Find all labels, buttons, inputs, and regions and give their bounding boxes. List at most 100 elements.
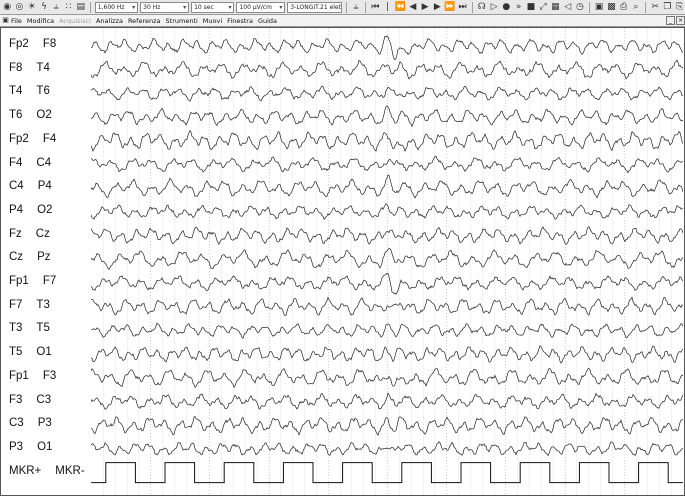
electrode-b: C4 [36, 156, 52, 169]
prev-page-icon[interactable]: ❘ [382, 2, 392, 13]
eeg-trace[interactable] [91, 174, 683, 199]
electrode-b: O1 [36, 346, 52, 359]
step-forward-icon[interactable]: ▶ [432, 2, 442, 13]
channel-label[interactable]: P3 O1 [9, 441, 52, 453]
eeg-trace[interactable] [91, 129, 683, 153]
eeg-trace[interactable] [91, 322, 683, 339]
channel-label[interactable]: T5 O1 [9, 346, 52, 358]
menu-item-finestra[interactable]: Finestra [227, 17, 253, 25]
channel-label[interactable]: C4 P4 [9, 180, 52, 192]
clock-icon[interactable]: ◷ [575, 2, 585, 13]
cut-icon[interactable]: ✂ [650, 2, 660, 13]
channel-label[interactable]: F4 C4 [9, 157, 51, 169]
eeg-trace[interactable] [91, 105, 683, 128]
montage-icon[interactable]: ⫨ [51, 2, 61, 13]
menu-item-file[interactable]: File [11, 17, 22, 25]
electrode-a: P4 [9, 203, 24, 216]
save-icon[interactable]: ▩ [606, 2, 616, 13]
eeg-trace[interactable] [91, 226, 683, 246]
fast-forward-icon[interactable]: ⏩ [444, 2, 455, 13]
electrode-b: T6 [36, 85, 50, 98]
record-dot-icon[interactable]: ● [501, 2, 511, 13]
play-icon[interactable]: ▶ [420, 2, 430, 13]
last-icon[interactable]: ⏭ [457, 2, 467, 13]
timebase-select[interactable]: 10 sec ▾ [191, 1, 235, 13]
menu-item-muovi[interactable]: Muovi [203, 17, 222, 25]
channel-label[interactable]: F8 T4 [9, 62, 50, 74]
photic-icon[interactable]: ☀ [27, 2, 37, 13]
eeg-trace-canvas[interactable] [91, 28, 683, 495]
rewind-icon[interactable]: ⏪ [395, 2, 406, 13]
electrode-a: F7 [9, 298, 23, 311]
play-small-icon[interactable]: ▷ [489, 2, 499, 13]
grid-icon[interactable]: ▦ [550, 2, 560, 13]
marker-trace[interactable] [91, 462, 683, 484]
lightning-icon[interactable]: ϟ [39, 2, 49, 13]
eeg-trace[interactable] [91, 35, 683, 61]
channel-label[interactable]: C3 P3 [9, 417, 52, 429]
first-icon[interactable]: ⏮ [370, 2, 380, 13]
menu-item-referenza[interactable]: Referenza [128, 17, 161, 25]
headphones-icon[interactable]: ☊ [477, 2, 487, 13]
lowpass-select[interactable]: 1,600 Hz ▾ [94, 1, 139, 13]
sensitivity-select[interactable]: 100 µV/cm ▾ [236, 1, 286, 13]
menu-item-analizza[interactable]: Analizza [96, 17, 123, 25]
channel-label[interactable]: Fp1 F3 [9, 370, 56, 382]
sensitivity-select-value: 100 µV/cm [239, 3, 272, 11]
print-small-icon[interactable]: ▤ [76, 2, 86, 13]
menu-item-modifica[interactable]: Modifica [27, 17, 54, 25]
montage-icon[interactable]: ⫨ [351, 2, 361, 13]
copy-icon[interactable]: ❐ [662, 2, 672, 13]
eeg-trace[interactable] [91, 296, 683, 317]
electrode-b: Pz [37, 251, 51, 264]
minimize-button[interactable]: _ [666, 16, 675, 25]
eeg-trace[interactable] [91, 272, 683, 295]
eeg-trace[interactable] [91, 203, 683, 220]
back-icon[interactable]: ◁ [563, 2, 573, 13]
eeg-trace[interactable] [91, 345, 683, 364]
channel-label[interactable]: P4 O2 [9, 204, 52, 216]
electrode-b: P4 [37, 180, 52, 193]
eeg-trace[interactable] [91, 415, 683, 436]
stop-square-icon[interactable]: ■ [526, 2, 536, 13]
channel-label[interactable]: T6 O2 [9, 109, 52, 121]
print-icon[interactable]: ⎙ [619, 2, 629, 13]
eeg-trace[interactable] [91, 392, 683, 410]
channel-label[interactable]: T3 T5 [9, 322, 50, 334]
electrode-b: T5 [36, 322, 50, 335]
record-icon[interactable]: ◉ [2, 2, 12, 13]
channel-label[interactable]: Fp2 F8 [9, 38, 56, 50]
montage-select[interactable]: 3-LONGIT.21 elettro▾ [287, 1, 342, 13]
eeg-trace[interactable] [91, 368, 683, 389]
expand-icon[interactable]: ⤢ [538, 2, 548, 13]
highpass-select[interactable]: 30 Hz ▾ [140, 1, 190, 13]
eeg-trace[interactable] [91, 85, 683, 102]
montage-select-value: 3-LONGIT.21 elettro [290, 3, 341, 11]
channel-labels-column: Fp2 F8 F8 T4 T4 T6 T6 O2 Fp2 F4 F4 C4 C4 P4 P4 O2 Fz Cz Cz… [1, 28, 93, 495]
paste-icon[interactable]: ⎘ [675, 2, 685, 13]
open-folder-icon[interactable]: ▣ [594, 2, 604, 13]
document-window-icon[interactable]: ▣ [0, 15, 11, 26]
eeg-viewer[interactable]: Fp2 F8 F8 T4 T4 T6 T6 O2 Fp2 F4 F4 C4 C4 P4 P4 O2 Fz Cz Cz… [0, 27, 685, 496]
channel-label[interactable]: Fz Cz [9, 228, 50, 240]
channel-label[interactable]: Fp1 F7 [9, 275, 56, 287]
chart-icon[interactable]: ∷ [63, 2, 73, 13]
channel-label[interactable]: Cz Pz [9, 251, 50, 263]
search-icon[interactable]: ⌕ [631, 2, 641, 13]
record-stop-icon[interactable]: ◎ [14, 2, 24, 13]
eeg-trace[interactable] [91, 441, 683, 457]
menu-item-acquisisci[interactable]: Acquisisci [59, 17, 91, 25]
eeg-trace[interactable] [91, 247, 683, 271]
channel-label[interactable]: F3 C3 [9, 394, 51, 406]
channel-label[interactable]: Fp2 F4 [9, 133, 56, 145]
step-back-icon[interactable]: ◀ [408, 2, 418, 13]
channel-label[interactable]: F7 T3 [9, 299, 50, 311]
fast-forward-small-icon[interactable]: » [513, 2, 523, 13]
eeg-trace[interactable] [91, 155, 683, 174]
close-button[interactable]: × [676, 16, 685, 25]
eeg-trace[interactable] [91, 59, 683, 80]
channel-label[interactable]: MKR+ MKR- [9, 465, 85, 477]
menu-item-guida[interactable]: Guida [258, 17, 277, 25]
channel-label[interactable]: T4 T6 [9, 85, 50, 97]
menu-item-strumenti[interactable]: Strumenti [166, 17, 198, 25]
